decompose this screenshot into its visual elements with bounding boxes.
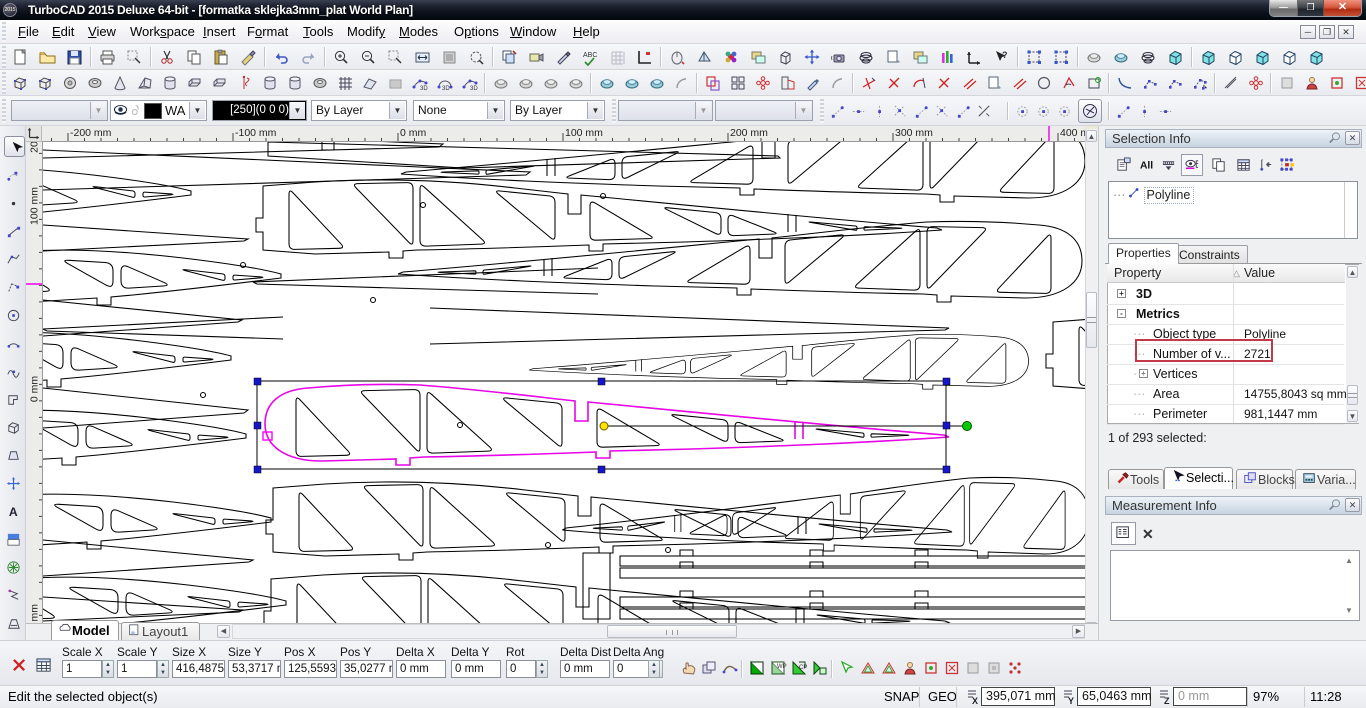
svg-text:0 mm: 0 mm [29,376,41,403]
svg-text:-100 mm: -100 mm [235,127,277,139]
svg-text:3D: 3D [442,86,450,92]
svg-text:-200 mm: -200 mm [70,127,112,139]
svg-text:WP: WP [777,664,787,670]
svg-text:CP: CP [799,665,807,671]
svg-text:00 mm: 00 mm [29,604,41,623]
svg-text:400 mm: 400 mm [1060,127,1085,139]
svg-text:Y: Y [1068,696,1074,705]
svg-text:0 mm: 0 mm [400,127,427,139]
svg-text:100 mm: 100 mm [565,127,603,139]
svg-text:ABC: ABC [583,52,597,59]
svg-text:20: 20 [29,142,41,153]
svg-text:300 mm: 300 mm [895,127,933,139]
svg-text:A: A [9,505,18,519]
svg-text:Z: Z [1164,696,1170,705]
svg-text:?: ? [1002,50,1008,60]
svg-text:X: X [972,696,978,705]
svg-text:3D: 3D [470,86,478,92]
svg-text:200 mm: 200 mm [730,127,768,139]
svg-text:100 mm: 100 mm [29,187,41,225]
svg-text:All: All [1140,160,1153,171]
svg-text:3D: 3D [420,86,428,92]
